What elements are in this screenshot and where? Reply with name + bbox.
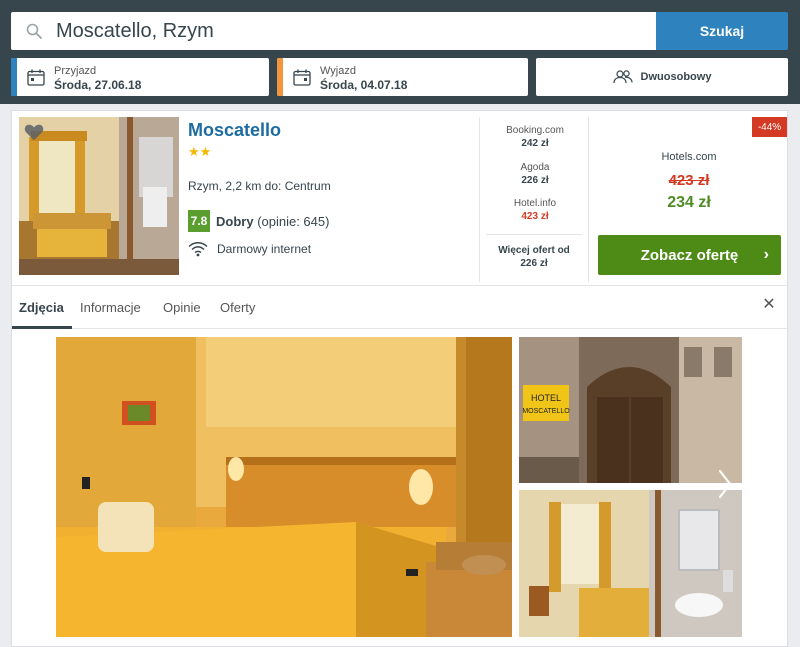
photo-sign-line2: MOSCATELLO — [522, 408, 570, 415]
gallery-main-photo[interactable] — [56, 337, 512, 637]
chevron-right-icon: › — [763, 246, 769, 263]
search-value: Moscatello, Rzym — [56, 20, 214, 42]
close-icon[interactable]: ✕ — [760, 296, 778, 314]
discount-badge: -44% — [752, 117, 787, 137]
hotel-location: Rzym, 2,2 km do: Centrum — [188, 179, 331, 193]
search-header: Moscatello, Rzym Szukaj Przyjazd Środa, … — [0, 0, 800, 104]
hotel-entrance-photo: HOTEL MOSCATELLO — [519, 337, 742, 483]
hotel-bedroom-photo — [56, 337, 512, 637]
tab-photos[interactable]: Zdjęcia — [19, 300, 64, 315]
best-deal-old-price: 423 zł — [668, 172, 710, 189]
amenity-wifi: Darmowy internet — [188, 241, 311, 257]
deal-price: 242 zł — [521, 138, 549, 149]
hotel-rating[interactable]: 7.8 Dobry (opinie: 645) — [188, 210, 329, 232]
gallery-next-button[interactable] — [710, 456, 740, 512]
view-deal-button[interactable]: Zobacz ofertę › — [598, 235, 781, 275]
deal-hotelinfo[interactable]: Hotel.info 423 zł — [480, 197, 590, 223]
deal-site-name: Booking.com — [506, 125, 564, 136]
best-deal-new-price: 234 zł — [667, 194, 711, 211]
checkout-value: Środa, 04.07.18 — [320, 78, 408, 92]
gallery-photo-room[interactable] — [519, 490, 742, 637]
favorite-heart-icon[interactable] — [23, 121, 45, 143]
checkout-date-field[interactable]: Wyjazd Środa, 04.07.18 — [277, 58, 528, 96]
hotel-stars: ★★ — [188, 144, 212, 159]
more-deals-link[interactable]: Więcej ofert od 226 zł — [486, 234, 582, 270]
checkin-date-field[interactable]: Przyjazd Środa, 27.06.18 — [11, 58, 269, 96]
hotel-name-link[interactable]: Moscatello — [188, 120, 281, 141]
deal-agoda[interactable]: Agoda 226 zł — [480, 161, 590, 187]
deal-site-name: Agoda — [520, 162, 550, 173]
best-deal-site: Hotels.com — [661, 151, 717, 163]
rating-word: Dobry — [216, 213, 254, 229]
checkin-label: Przyjazd — [54, 65, 97, 77]
more-deals-label: Więcej ofert od — [498, 245, 570, 256]
tab-offers[interactable]: Oferty — [220, 300, 255, 315]
view-deal-label: Zobacz ofertę — [640, 246, 739, 264]
rating-score-badge: 7.8 — [188, 210, 210, 232]
tab-info[interactable]: Informacje — [80, 300, 141, 315]
search-input[interactable]: Moscatello, Rzym — [11, 12, 656, 50]
more-deals-price: 226 zł — [520, 258, 548, 269]
rating-reviews-count: (opinie: 645) — [257, 213, 330, 229]
checkout-label: Wyjazd — [320, 65, 356, 77]
hotel-result-card: Moscatello ★★ Rzym, 2,2 km do: Centrum 7… — [11, 110, 788, 647]
hotel-thumbnail[interactable] — [19, 117, 179, 275]
deal-booking[interactable]: Booking.com 242 zł — [480, 124, 590, 150]
checkin-value: Środa, 27.06.18 — [54, 78, 142, 92]
chevron-right-icon — [718, 469, 732, 499]
deal-price: 423 zł — [521, 211, 549, 222]
guests-icon — [612, 70, 633, 84]
search-button[interactable]: Szukaj — [656, 12, 788, 50]
details-tabs: Zdjęcia Informacje Opinie Oferty ✕ — [12, 285, 787, 329]
calendar-icon — [27, 69, 45, 86]
deal-site-name: Hotel.info — [513, 198, 557, 209]
gallery-photo-entrance[interactable]: HOTEL MOSCATELLO — [519, 337, 742, 483]
room-type-value: Dwuosobowy — [640, 71, 712, 83]
tab-reviews[interactable]: Opinie — [163, 300, 201, 315]
search-icon — [26, 23, 42, 39]
other-deals-column: Booking.com 242 zł Agoda 226 zł Hotel.in… — [479, 117, 589, 282]
active-tab-indicator — [12, 326, 72, 329]
calendar-icon — [293, 69, 311, 86]
amenity-wifi-label: Darmowy internet — [217, 242, 312, 256]
checkout-accent-bar — [277, 58, 283, 96]
wifi-icon — [188, 242, 208, 257]
photo-sign-line1: HOTEL — [531, 393, 561, 403]
room-type-selector[interactable]: Dwuosobowy — [536, 58, 788, 96]
hotel-room-bath-photo — [519, 490, 742, 637]
checkin-accent-bar — [11, 58, 17, 96]
deal-price: 226 zł — [521, 175, 549, 186]
